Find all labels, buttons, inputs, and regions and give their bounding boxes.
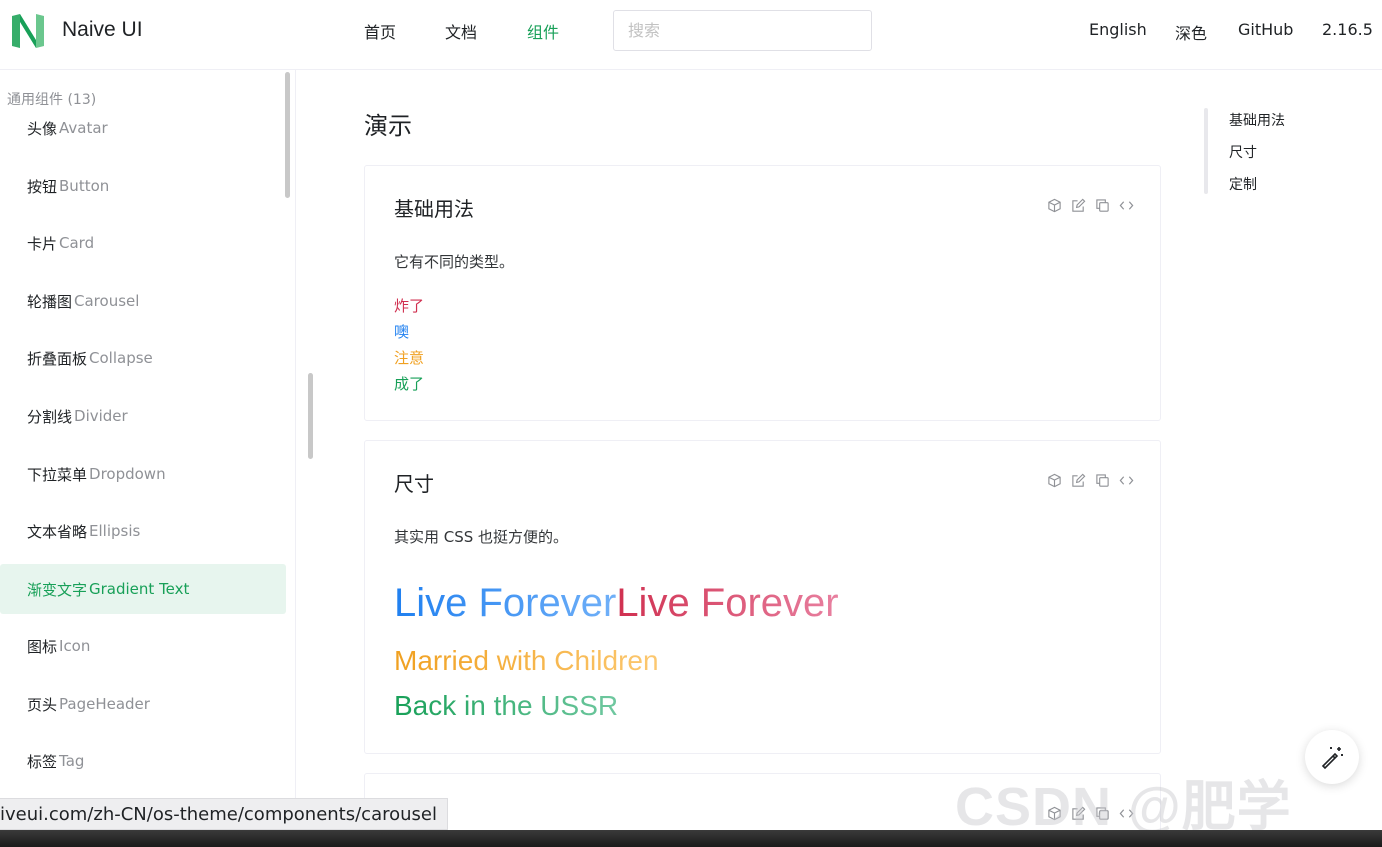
brand-name[interactable]: Naive UI	[62, 18, 143, 42]
sidebar-item-sublabel: Carousel	[74, 292, 140, 310]
browser-status-url: iveui.com/zh-CN/os-theme/components/caro…	[0, 798, 448, 830]
sidebar-item-sublabel: PageHeader	[59, 695, 150, 713]
card-toolbar	[1046, 197, 1134, 213]
sidebar-item-sublabel: Avatar	[59, 119, 108, 137]
anchor-rail	[1204, 108, 1208, 194]
top-header: Naive UI 首页 文档 组件 English 深色 GitHub 2.16…	[0, 0, 1382, 70]
sidebar-item-sublabel: Tag	[59, 752, 85, 770]
sidebar-item-tag[interactable]: 标签 Tag	[0, 736, 286, 786]
sidebar-item-label: 轮播图	[27, 292, 73, 311]
main-scrollbar[interactable]	[308, 373, 313, 459]
theme-switch[interactable]: 深色	[1175, 20, 1207, 44]
sidebar-item-label: 文本省略	[27, 522, 88, 541]
edit-icon[interactable]	[1070, 472, 1086, 488]
anchor-custom[interactable]: 定制	[1229, 174, 1257, 194]
sidebar-item-label: 页头	[27, 695, 58, 714]
sidebar-scrollbar[interactable]	[285, 72, 290, 198]
sidebar-item-label: 渐变文字	[27, 580, 88, 599]
github-link[interactable]: GitHub	[1238, 20, 1293, 39]
card-description: 它有不同的类型。	[394, 253, 515, 271]
gradient-text-warning: Married with Children	[394, 645, 659, 676]
screen-bottom-edge	[0, 830, 1382, 847]
cube-icon[interactable]	[1046, 197, 1062, 213]
anchor-size[interactable]: 尺寸	[1229, 142, 1257, 162]
sidebar-item-icon[interactable]: 图标 Icon	[0, 621, 286, 671]
sidebar-item-avatar[interactable]: 头像 Avatar	[0, 103, 286, 153]
demo-card-size: 尺寸 其实用 CSS 也挺方便的。 Live ForeverLive Forev…	[364, 440, 1161, 754]
text-success: 成了	[394, 375, 425, 393]
sidebar-item-label: 下拉菜单	[27, 465, 88, 484]
search-input[interactable]	[613, 10, 872, 51]
sidebar-item-pageheader[interactable]: 页头 PageHeader	[0, 679, 286, 729]
gradient-text-info: Live Forever	[394, 581, 617, 625]
sidebar-item-sublabel: Button	[59, 177, 110, 195]
sidebar-item-label: 分割线	[27, 407, 73, 426]
sidebar-item-collapse[interactable]: 折叠面板 Collapse	[0, 333, 286, 383]
magic-wand-icon	[1321, 747, 1343, 770]
card-toolbar	[1046, 472, 1134, 488]
anchor-basic[interactable]: 基础用法	[1229, 110, 1285, 130]
naive-ui-logo-icon[interactable]	[10, 12, 46, 50]
version-label[interactable]: 2.16.5	[1322, 20, 1373, 39]
sidebar-item-label: 卡片	[27, 234, 58, 253]
copy-icon[interactable]	[1094, 472, 1110, 488]
sidebar-item-carousel[interactable]: 轮播图 Carousel	[0, 276, 286, 326]
sidebar-item-label: 按钮	[27, 177, 58, 196]
sidebar-item-sublabel: Ellipsis	[89, 522, 141, 540]
language-switch[interactable]: English	[1089, 20, 1147, 39]
gradient-text-large: Live ForeverLive Forever	[394, 581, 839, 626]
page-title: 演示	[364, 112, 412, 140]
sidebar-item-card[interactable]: 卡片 Card	[0, 218, 286, 268]
sidebar-item-label: 标签	[27, 752, 58, 771]
theme-edit-button[interactable]	[1305, 730, 1359, 784]
text-error: 炸了	[394, 297, 425, 315]
text-warning: 注意	[394, 349, 425, 367]
card-description: 其实用 CSS 也挺方便的。	[394, 528, 569, 546]
sidebar-item-sublabel: Icon	[59, 637, 91, 655]
nav-components[interactable]: 组件	[527, 19, 559, 43]
sidebar-item-sublabel: Dropdown	[89, 465, 166, 483]
edit-icon[interactable]	[1070, 197, 1086, 213]
sidebar-item-sublabel: Gradient Text	[89, 580, 190, 598]
sidebar-item-button[interactable]: 按钮 Button	[0, 161, 286, 211]
sidebar-item-sublabel: Divider	[74, 407, 128, 425]
code-icon[interactable]	[1118, 197, 1134, 213]
card-title: 基础用法	[394, 197, 474, 221]
copy-icon[interactable]	[1094, 197, 1110, 213]
gradient-text-error: Live Forever	[616, 581, 839, 625]
gradient-text-success: Back in the USSR	[394, 690, 619, 721]
sidebar-item-dropdown[interactable]: 下拉菜单 Dropdown	[0, 449, 286, 499]
nav-docs[interactable]: 文档	[445, 19, 477, 43]
sidebar-item-gradient-text[interactable]: 渐变文字 Gradient Text	[0, 564, 286, 614]
demo-card-basic: 基础用法 它有不同的类型。 炸了 噢 注意 成了	[364, 165, 1161, 421]
card-title: 尺寸	[394, 472, 434, 496]
code-icon[interactable]	[1118, 472, 1134, 488]
cube-icon[interactable]	[1046, 472, 1062, 488]
sidebar-item-divider[interactable]: 分割线 Divider	[0, 391, 286, 441]
sidebar-item-label: 折叠面板	[27, 349, 88, 368]
sidebar-item-ellipsis[interactable]: 文本省略 Ellipsis	[0, 506, 286, 556]
sidebar-item-sublabel: Card	[59, 234, 95, 252]
sidebar-menu: 通用组件 (13) 头像 Avatar 按钮 Button 卡片 Card 轮播图 Carou…	[0, 70, 296, 847]
sidebar-item-label: 图标	[27, 637, 58, 656]
nav-home[interactable]: 首页	[364, 19, 396, 43]
text-info: 噢	[394, 323, 410, 341]
sidebar-item-label: 头像	[27, 119, 58, 138]
sidebar-item-sublabel: Collapse	[89, 349, 153, 367]
